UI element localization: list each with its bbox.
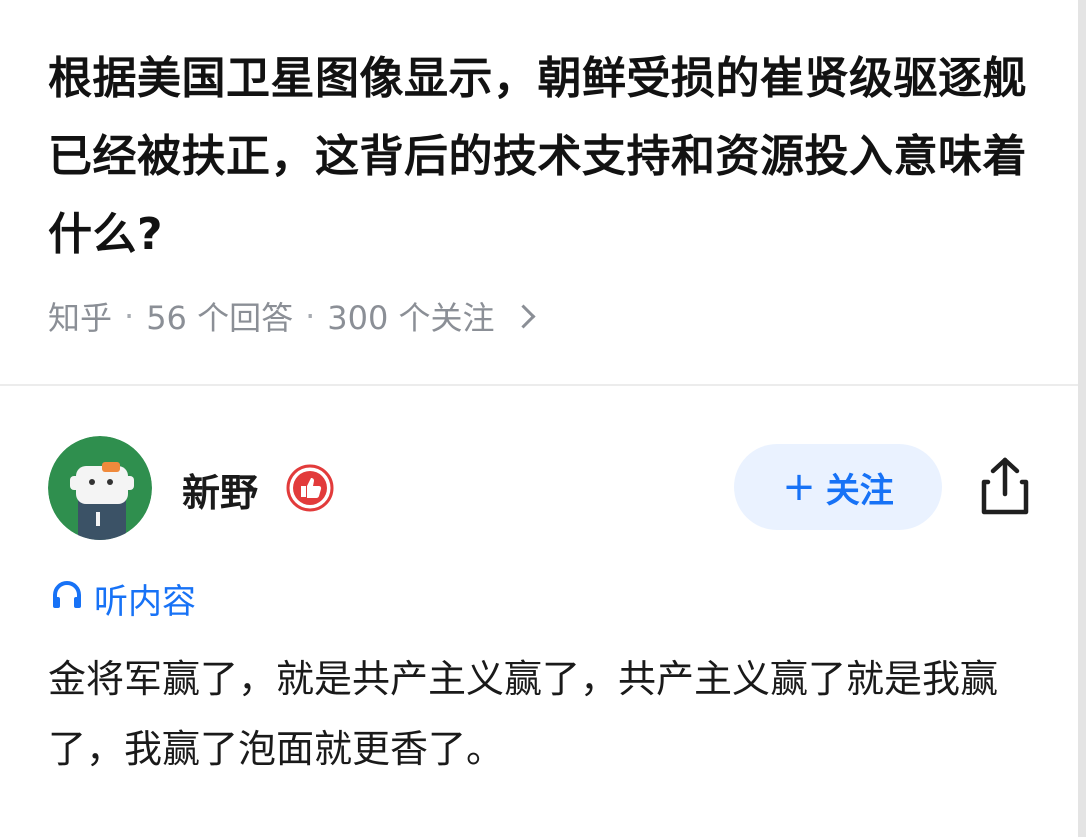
meta-separator: · bbox=[305, 297, 316, 335]
answers-count: 56 个回答 bbox=[146, 299, 294, 337]
question-meta[interactable]: 知乎 · 56 个回答 · 300 个关注 bbox=[48, 294, 1038, 338]
answer-author-row: 新野 + 关注 bbox=[48, 436, 1038, 540]
chevron-right-icon bbox=[511, 303, 536, 329]
followers-count: 300 个关注 bbox=[327, 299, 495, 337]
plus-icon: + bbox=[782, 464, 816, 510]
avatar[interactable] bbox=[48, 436, 152, 540]
author-name[interactable]: 新野 bbox=[182, 462, 258, 517]
answer-content[interactable]: 金将军赢了，就是共产主义赢了，共产主义赢了就是我赢了，我赢了泡面就更香了。 bbox=[48, 644, 1038, 784]
thumbs-up-badge-icon bbox=[286, 464, 334, 512]
headphones-icon bbox=[50, 577, 84, 620]
question-title[interactable]: 根据美国卫星图像显示，朝鲜受损的崔贤级驱逐舰已经被扶正，这背后的技术支持和资源投… bbox=[48, 40, 1038, 274]
listen-content-button[interactable]: 听内容 bbox=[50, 574, 196, 623]
source-label: 知乎 bbox=[48, 299, 113, 337]
follow-label: 关注 bbox=[825, 470, 894, 511]
section-divider bbox=[0, 384, 1078, 386]
follow-button[interactable]: + 关注 bbox=[734, 444, 942, 530]
listen-label: 听内容 bbox=[94, 582, 196, 622]
question-header: 根据美国卫星图像显示，朝鲜受损的崔贤级驱逐舰已经被扶正，这背后的技术支持和资源投… bbox=[48, 40, 1038, 338]
right-edge-bar bbox=[1078, 0, 1086, 837]
meta-separator: · bbox=[124, 297, 135, 335]
share-icon[interactable] bbox=[974, 454, 1036, 518]
